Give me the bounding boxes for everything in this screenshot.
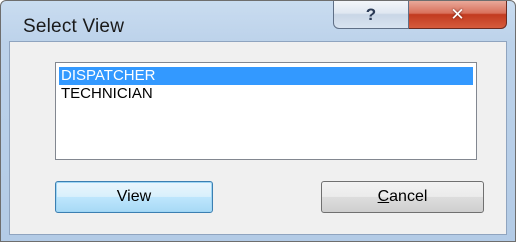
cancel-label-rest: ancel bbox=[389, 188, 428, 205]
help-button[interactable]: ? bbox=[333, 1, 409, 29]
cancel-mnemonic: C bbox=[377, 188, 390, 205]
window-title: Select View bbox=[23, 16, 125, 37]
view-button-label: View bbox=[116, 188, 152, 205]
title-bar[interactable]: Select View ? ✕ bbox=[1, 1, 515, 41]
caption-buttons: ? ✕ bbox=[333, 1, 507, 29]
view-button[interactable]: View bbox=[55, 181, 213, 213]
list-item-dispatcher[interactable]: DISPATCHER bbox=[59, 67, 473, 85]
view-listbox[interactable]: DISPATCHER TECHNICIAN bbox=[55, 62, 477, 160]
dialog-body: DISPATCHER TECHNICIAN View Cancel bbox=[9, 41, 507, 235]
close-button[interactable]: ✕ bbox=[409, 1, 507, 29]
cancel-button[interactable]: Cancel bbox=[321, 181, 484, 213]
cancel-button-label: Cancel bbox=[378, 188, 428, 206]
list-item-technician[interactable]: TECHNICIAN bbox=[59, 85, 473, 103]
select-view-dialog: Select View ? ✕ DISPATCHER TECHNICIAN Vi… bbox=[0, 0, 516, 242]
help-icon: ? bbox=[365, 4, 377, 24]
close-icon: ✕ bbox=[450, 4, 465, 24]
